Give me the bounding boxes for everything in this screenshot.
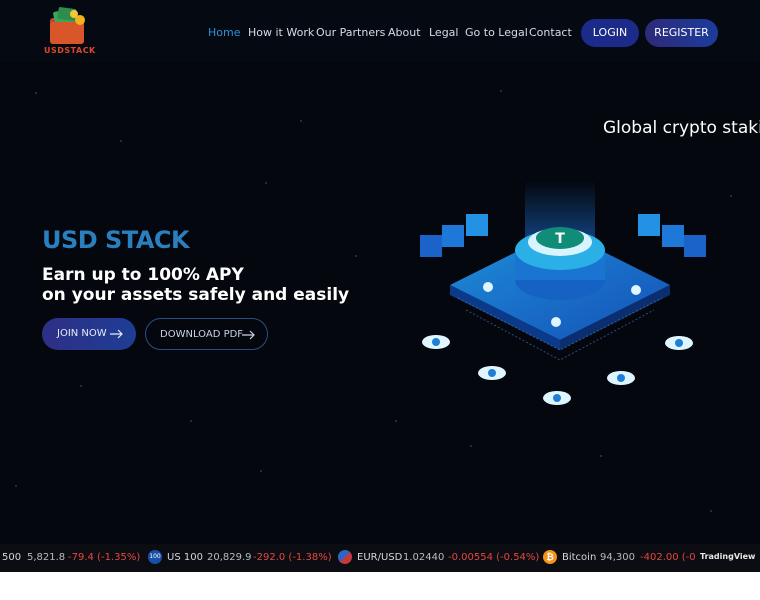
ticker-change: -79.4 (-1.35%) [68, 552, 141, 563]
ticker-value: 1.02440 [403, 552, 445, 563]
hero-headline-line2: on your assets safely and easily [42, 285, 350, 305]
hero-title: USD STACK [42, 226, 190, 254]
ticker-name: EUR/USD [357, 552, 403, 563]
download-pdf-label: DOWNLOAD PDF [160, 329, 244, 340]
nav-how-it-work[interactable]: How it Work [248, 26, 314, 39]
nav-legal[interactable]: Legal [429, 26, 458, 39]
tradingview-attribution[interactable]: TradingView [700, 552, 755, 561]
ticker-change: -0.00554 (-0.54%) [448, 552, 540, 563]
star-dot [120, 140, 122, 142]
top-navbar: USDSTACK Home How it Work Our Partners A… [0, 0, 760, 62]
login-button[interactable]: LOGIN [581, 19, 639, 47]
star-dot [710, 510, 712, 512]
register-button[interactable]: REGISTER [645, 19, 718, 47]
ticker-change: -292.0 (-1.38%) [253, 552, 332, 563]
ticker-change: -402.00 (-0.42 [640, 552, 696, 563]
star-dot [300, 120, 302, 122]
hero-tagline: Global crypto staki [603, 118, 760, 138]
star-dot [15, 485, 17, 487]
arrow-right-icon [242, 330, 255, 340]
price-ticker[interactable]: 500 5,821.8 -79.4 (-1.35%) 100 US 100 20… [0, 544, 760, 572]
svg-text:T: T [555, 231, 565, 247]
hero-section: USDSTACK Home How it Work Our Partners A… [0, 0, 760, 572]
hero-headline-line1: Earn up to 100% APY [42, 265, 244, 285]
nav-home[interactable]: Home [208, 26, 240, 39]
join-now-label: JOIN NOW [57, 328, 107, 339]
download-pdf-button[interactable]: DOWNLOAD PDF [145, 318, 268, 350]
nav-our-partners[interactable]: Our Partners [316, 26, 385, 39]
nav-go-to-legal[interactable]: Go to Legal [465, 26, 528, 39]
star-dot [395, 420, 397, 422]
star-dot [35, 92, 37, 94]
ticker-value: 94,300 [600, 552, 635, 563]
us100-icon: 100 [148, 550, 162, 564]
star-dot [355, 255, 357, 257]
logo-text: USDSTACK [44, 46, 96, 55]
star-dot [260, 470, 262, 472]
crypto-platform-illustration: T [420, 180, 706, 405]
star-dot [80, 385, 82, 387]
nav-contact[interactable]: Contact [529, 26, 572, 39]
star-dot [190, 420, 192, 422]
ticker-value: 20,829.9 [207, 552, 252, 563]
join-now-button[interactable]: JOIN NOW [42, 318, 136, 350]
ticker-name: Bitcoin [562, 552, 597, 563]
star-dot [600, 455, 602, 457]
eur-usd-flag-icon [338, 550, 352, 564]
star-dot [500, 90, 502, 92]
ticker-name: US 100 [167, 552, 203, 563]
bitcoin-icon: ₿ [543, 550, 557, 564]
star-dot [470, 445, 472, 447]
nav-about[interactable]: About [388, 26, 421, 39]
ticker-name: 500 [2, 552, 22, 563]
ticker-value: 5,821.8 [27, 552, 66, 563]
star-dot [265, 182, 267, 184]
arrow-right-icon [110, 329, 123, 339]
